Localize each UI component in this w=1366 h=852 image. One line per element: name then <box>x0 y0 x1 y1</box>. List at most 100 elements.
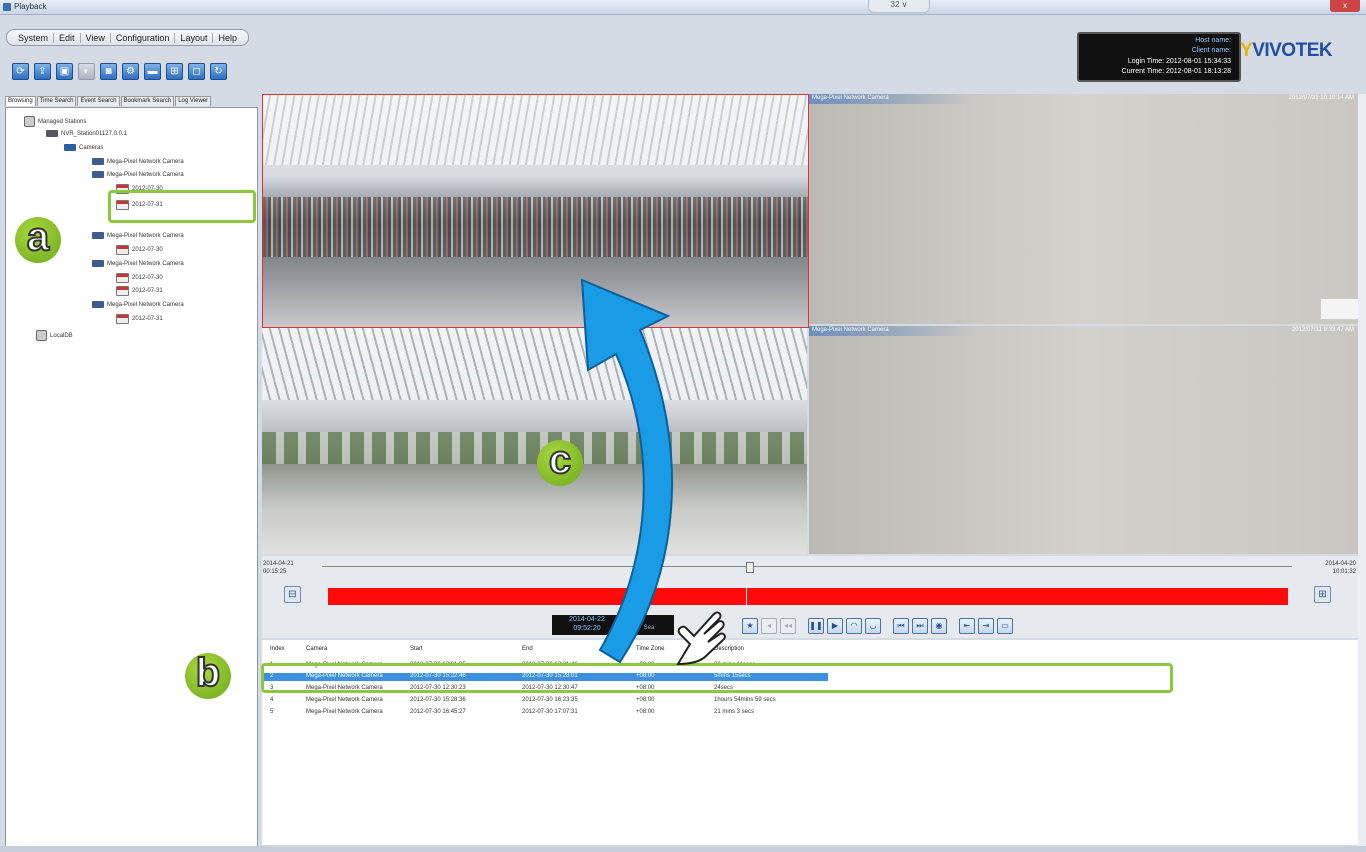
sync-icon[interactable]: ◉ <box>931 618 947 634</box>
video-pane-4[interactable]: Mega-Pixel Network Camera 2012/07/31 9:33… <box>809 326 1358 554</box>
crowd-image <box>263 197 808 258</box>
video-timestamp: 2012/07/31 10:10:14 AM <box>1288 95 1354 101</box>
camera-icon <box>92 232 104 239</box>
hand-pointer-icon <box>676 611 726 666</box>
rewind-disabled-icon[interactable]: ◂◂ <box>780 618 796 634</box>
tab-event-search[interactable]: Event Search <box>77 96 120 106</box>
highlight-tree-date <box>108 190 256 223</box>
snapshot-disabled-icon[interactable]: ◐ <box>78 63 95 80</box>
video-header: Mega-Pixel Network Camera 2012/07/31 9:33… <box>809 326 1358 336</box>
recording-bar[interactable] <box>328 588 1288 605</box>
playhead-marker <box>746 584 747 608</box>
calendar-icon <box>116 245 129 255</box>
sync-icon[interactable]: ↻ <box>210 63 227 80</box>
tab-browsing[interactable]: Browsing <box>5 96 36 106</box>
camera-icon <box>92 171 104 178</box>
menu-view[interactable]: View <box>81 32 111 43</box>
previous-segment-icon[interactable]: ⏮ <box>893 618 909 634</box>
bookmark-icon[interactable]: ★ <box>742 618 758 634</box>
camera-name: Mega-Pixel Network Camera <box>812 327 889 333</box>
next-segment-icon[interactable]: ⏭ <box>912 618 928 634</box>
zoom-in-icon[interactable]: ⊞ <box>1314 586 1331 603</box>
camera-name: Mega-Pixel Network Camera <box>812 95 889 101</box>
menu-configuration[interactable]: Configuration <box>111 32 176 43</box>
left-panel-tabs: Browsing Time Search Event Search Bookma… <box>5 96 257 106</box>
menu-layout[interactable]: Layout <box>175 32 214 43</box>
export-icon[interactable]: ⇪ <box>34 63 51 80</box>
video-icon[interactable]: ▬ <box>144 63 161 80</box>
slower-icon[interactable]: ◠ <box>846 618 862 634</box>
table-row[interactable]: 4 Mega-Pixel Network Camera 2012-07-30 15:… <box>262 697 1136 705</box>
tree-node-station[interactable]: NVR_Station01127.0.0.1 <box>46 130 127 137</box>
col-end[interactable]: End <box>522 646 533 652</box>
menu-help[interactable]: Help <box>213 33 242 43</box>
tab-time-search[interactable]: Time Search <box>36 96 77 106</box>
tree-node-cameras[interactable]: Cameras <box>64 144 103 151</box>
col-camera[interactable]: Camera <box>306 646 327 652</box>
tree-node-camera-3[interactable]: Mega-Pixel Network Camera <box>92 232 184 239</box>
pause-icon[interactable]: ❚❚ <box>808 618 824 634</box>
settings-icon[interactable]: ⚙ <box>122 63 139 80</box>
export-clip-icon[interactable]: ▭ <box>997 618 1013 634</box>
close-button[interactable]: x <box>1330 0 1360 12</box>
faster-icon[interactable]: ◡ <box>865 618 881 634</box>
grid-icon[interactable]: ⊞ <box>166 63 183 80</box>
tree-node-date[interactable]: 2012-07-31 <box>116 314 163 324</box>
tree-node-date[interactable]: 2012-07-30 <box>116 273 163 283</box>
database-icon <box>36 330 47 341</box>
mark-in-icon[interactable]: ⇤ <box>959 618 975 634</box>
tree-node-date[interactable]: 2012-07-31 <box>116 286 163 296</box>
tree-node-date[interactable]: 2012-07-30 <box>116 245 163 255</box>
video-timestamp: 2012/07/31 9:33:47 AM <box>1291 327 1354 333</box>
timeline-start: 2014-04-21 00:15:25 <box>263 561 294 575</box>
terminal-roof-image <box>262 328 807 401</box>
tab-bookmark-search[interactable]: Bookmark Search <box>120 96 175 106</box>
window-title: Playback <box>14 2 47 11</box>
tree-node-camera-2[interactable]: Mega-Pixel Network Camera <box>92 171 184 178</box>
zoom-out-icon[interactable]: ⊟ <box>284 586 301 603</box>
video-pane-2[interactable]: Mega-Pixel Network Camera 2012/07/31 10:1… <box>809 94 1358 324</box>
split-tab[interactable]: 32 ∨ <box>868 0 930 13</box>
host-name: Host name: <box>1195 37 1231 44</box>
vivotek-logo: YVIVOTEK <box>1240 40 1333 61</box>
video-pane-1[interactable] <box>262 94 809 328</box>
callout-a: a <box>15 216 61 263</box>
calendar-icon <box>116 286 129 296</box>
timeline-panel: 2014-04-21 00:15:25 2014-04-20 10:01:32 ⊟ … <box>262 556 1358 638</box>
playback-controls: ★ ◂ ◂◂ ❚❚ ▶ ◠ ◡ ⏮ ⏭ ◉ ⇤ ⇥ ▭ <box>742 618 1013 634</box>
play-icon[interactable]: ▶ <box>827 618 843 634</box>
tree-node-camera-5[interactable]: Mega-Pixel Network Camera <box>92 301 184 308</box>
menu-edit[interactable]: Edit <box>54 32 81 43</box>
tree-node-localdb[interactable]: LocalDB <box>36 330 73 341</box>
main-scrollbar[interactable] <box>1358 94 1366 846</box>
camera-icon <box>92 301 104 308</box>
tree-node-camera-1[interactable]: Mega-Pixel Network Camera <box>92 158 184 165</box>
fullscreen-icon[interactable]: ◻ <box>188 63 205 80</box>
refresh-icon[interactable]: ⟳ <box>12 63 29 80</box>
video-pane-3[interactable] <box>262 328 807 554</box>
timeline-thumb[interactable] <box>746 562 754 573</box>
mark-out-icon[interactable]: ⇥ <box>978 618 994 634</box>
timeline-track[interactable] <box>322 566 1292 567</box>
menu-system[interactable]: System <box>13 32 55 43</box>
small-overlay-box <box>1320 298 1362 320</box>
table-row[interactable]: 5 Mega-Pixel Network Camera 2012-07-30 16:… <box>262 709 1136 717</box>
server-icon <box>24 116 35 127</box>
video-header: Mega-Pixel Network Camera 2012/07/31 10:1… <box>809 94 1358 104</box>
tree-node-camera-4[interactable]: Mega-Pixel Network Camera <box>92 260 184 267</box>
timeline-end: 2014-04-20 10:01:32 <box>1325 561 1356 575</box>
camera-icon[interactable]: ◙ <box>100 63 117 80</box>
tree-node-managed-stations[interactable]: Managed Stations <box>24 116 86 127</box>
prev-disabled-icon[interactable]: ◂ <box>761 618 777 634</box>
lock-icon[interactable]: ▣ <box>56 63 73 80</box>
client-name: Client name: <box>1191 47 1231 54</box>
current-time: Current Time: 2012-08-01 18:13:28 <box>1121 68 1231 75</box>
status-bar <box>0 846 1366 852</box>
terminal-roof-image <box>263 95 808 165</box>
folder-icon <box>64 144 76 151</box>
col-start[interactable]: Start <box>410 646 423 652</box>
tab-log-viewer[interactable]: Log Viewer <box>175 96 212 106</box>
session-info-panel: Host name: Client name: Login Time: 2012… <box>1077 32 1241 82</box>
col-index[interactable]: Index <box>270 646 285 652</box>
camera-icon <box>92 260 104 267</box>
